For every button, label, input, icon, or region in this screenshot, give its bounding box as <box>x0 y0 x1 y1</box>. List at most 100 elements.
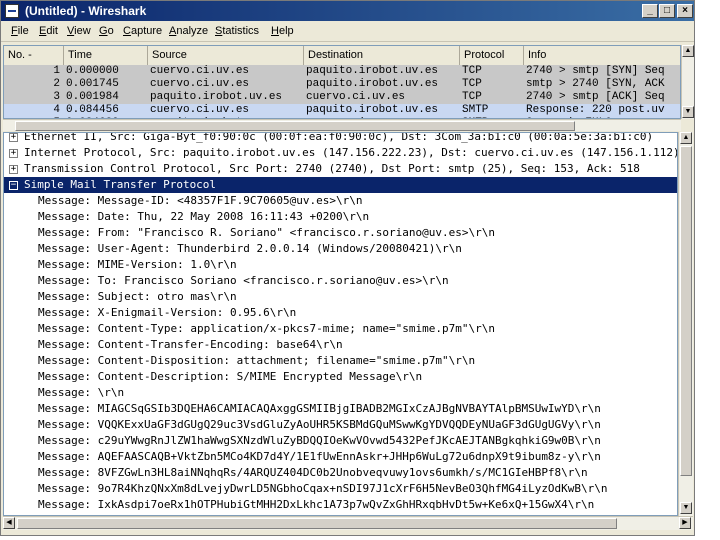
tree-node-text: Message: c29uYWwgRnJlZW1haWwgSXNzdWluZyB… <box>38 434 601 447</box>
packet-cell-time: 0.000000 <box>66 65 119 77</box>
packet-cell-info: 2740 > smtp [SYN] Seq <box>526 65 665 77</box>
tree-node-text: Message: Content-Transfer-Encoding: base… <box>38 338 343 351</box>
menu-accelerator: F <box>11 25 18 37</box>
protocol-tree-node[interactable]: + Ethernet II, Src: Giga-Byt_f0:90:0c (00… <box>4 132 677 145</box>
details-horizontal-scrollbar[interactable]: ◀ ▶ <box>3 516 693 530</box>
arrow-down-icon[interactable]: ▼ <box>682 106 694 118</box>
plus-box-icon[interactable]: + <box>9 133 18 142</box>
packet-cell-protocol: TCP <box>462 78 482 90</box>
minus-box-icon[interactable]: − <box>9 181 18 190</box>
scroll-thumb[interactable] <box>15 121 575 131</box>
protocol-tree-node[interactable]: − Simple Mail Transfer Protocol <box>4 177 677 193</box>
column-header[interactable]: Destination <box>304 46 460 65</box>
smtp-message-line[interactable]: Message: Date: Thu, 22 May 2008 16:11:43… <box>4 209 677 225</box>
scroll-thumb[interactable] <box>17 518 617 529</box>
column-header[interactable]: Time <box>64 46 148 65</box>
menu-item[interactable]: Help <box>271 25 294 37</box>
tree-node-text: Message: Subject: otro mas\r\n <box>38 290 237 303</box>
tree-node-text: Message: Date: Thu, 22 May 2008 16:11:43… <box>38 210 370 223</box>
tree-node-text: Message: IxkAsdpi7oeRx1hOTPHubiGtMHH2DxL… <box>38 498 595 511</box>
details-vertical-scrollbar[interactable]: ▲ ▼ <box>678 132 693 516</box>
menu-item[interactable]: Go <box>99 25 114 37</box>
tree-node-text: Message: MIME-Version: 1.0\r\n <box>38 258 237 271</box>
scroll-thumb[interactable] <box>680 146 692 476</box>
column-header[interactable]: No. - <box>4 46 64 65</box>
tree-node-text: Message: Content-Type: application/x-pkc… <box>38 322 495 335</box>
tree-node-text: Message: Content-Disposition: attachment… <box>38 354 476 367</box>
packet-cell-time: 0.001745 <box>66 78 119 90</box>
menu-item[interactable]: Analyze <box>169 25 208 37</box>
title-bar[interactable]: (Untitled) - Wireshark _ □ × <box>1 1 694 21</box>
menu-item-label: elp <box>278 25 294 37</box>
plus-box-icon[interactable]: + <box>9 165 18 174</box>
smtp-message-line[interactable]: Message: From: "Francisco R. Soriano" <f… <box>4 225 677 241</box>
tree-node-text: Ethernet II, Src: Giga-Byt_f0:90:0c (00:… <box>24 132 654 143</box>
smtp-message-line[interactable]: Message: IxkAsdpi7oeRx1hOTPHubiGtMHH2DxL… <box>4 497 677 513</box>
tree-node-text: Message: Message-ID: <48357F1F.9C70605@u… <box>38 194 363 207</box>
smtp-message-line[interactable]: Message: c29uYWwgRnJlZW1haWwgSXNzdWluZyB… <box>4 433 677 449</box>
smtp-message-line[interactable]: Message: VQQKExxUaGF3dGUgQ29uc3VsdGluZyA… <box>4 417 677 433</box>
packet-row[interactable]: 4 0.084456 cuervo.ci.uv.es paquito.irobot.u… <box>4 104 680 117</box>
smtp-message-line[interactable]: Message: 8VFZGwLn3HL8aiNNqhqRs/4ARQUZ404… <box>4 465 677 481</box>
smtp-message-line[interactable]: Message: 9o7R4KhzQNxXm8dLvejyDwrLD5NGbho… <box>4 481 677 497</box>
smtp-message-line[interactable]: Message: AQEFAASCAQB+VktZbn5MCo4KD7d4Y/1… <box>4 449 677 465</box>
menu-item[interactable]: Edit <box>39 25 58 37</box>
tree-node-text: Transmission Control Protocol, Src Port:… <box>24 162 640 175</box>
menu-item-label: tatistics <box>222 25 260 37</box>
protocol-tree-node[interactable]: + Internet Protocol, Src: paquito.irobot.… <box>4 145 677 161</box>
smtp-message-line[interactable]: Message: To: Francisco Soriano <francisc… <box>4 273 677 289</box>
packet-list-vertical-scrollbar[interactable]: ▲ ▼ <box>681 45 694 119</box>
smtp-message-line[interactable]: Message: X-Enigmail-Version: 0.95.6\r\n <box>4 305 677 321</box>
packet-cell-source: paquito.irobot.uv.es <box>150 91 283 103</box>
menu-accelerator: G <box>99 25 108 37</box>
menu-item[interactable]: Statistics <box>215 25 259 37</box>
column-header[interactable]: Protocol <box>460 46 524 65</box>
menu-accelerator: C <box>123 25 131 37</box>
arrow-right-icon[interactable]: ▶ <box>679 517 691 529</box>
window-title: (Untitled) - Wireshark <box>25 4 147 18</box>
close-button[interactable]: × <box>677 4 693 18</box>
smtp-message-line[interactable]: Message: MIME-Version: 1.0\r\n <box>4 257 677 273</box>
arrow-up-icon[interactable]: ▲ <box>682 45 694 57</box>
packet-list-horizontal-scrollbar[interactable] <box>3 119 681 131</box>
packet-row[interactable]: 2 0.001745 cuervo.ci.uv.es paquito.irobot.u… <box>4 78 680 91</box>
packet-cell-time: 0.001984 <box>66 91 119 103</box>
arrow-left-icon[interactable]: ◀ <box>3 517 15 529</box>
smtp-message-line[interactable]: Message: Content-Type: application/x-pkc… <box>4 321 677 337</box>
menu-item[interactable]: View <box>67 25 91 37</box>
packet-cell-destination: paquito.irobot.uv.es <box>306 65 439 77</box>
menu-item[interactable]: Capture <box>123 25 162 37</box>
column-header[interactable]: Source <box>148 46 304 65</box>
smtp-message-line[interactable]: Message: MIAGCSqGSIb3DQEHA6CAMIACAQAxggG… <box>4 401 677 417</box>
plus-box-icon[interactable]: + <box>9 149 18 158</box>
maximize-button[interactable]: □ <box>659 4 675 18</box>
packet-cell-info: smtp > 2740 [SYN, ACK <box>526 78 665 90</box>
packet-row[interactable]: 3 0.001984 paquito.irobot.uv.es cuervo.ci.u… <box>4 91 680 104</box>
packet-row[interactable]: 1 0.000000 cuervo.ci.uv.es paquito.irobot.u… <box>4 65 680 78</box>
menu-item[interactable]: File <box>11 25 29 37</box>
menu-item-label: ile <box>17 25 29 37</box>
wireshark-fin-icon <box>5 4 19 18</box>
packet-cell-protocol: TCP <box>462 91 482 103</box>
menu-accelerator: H <box>271 25 279 37</box>
arrow-down-icon[interactable]: ▼ <box>680 502 692 514</box>
packet-details-pane: + Ethernet II, Src: Giga-Byt_f0:90:0c (00… <box>3 132 678 516</box>
smtp-message-line[interactable]: Message: Message-ID: <48357F1F.9C70605@u… <box>4 193 677 209</box>
menu-item-label: nalyze <box>176 25 209 37</box>
packet-list: No. - Time Source Destination Protocol Info 1… <box>3 45 681 119</box>
tree-node-text: Internet Protocol, Src: paquito.irobot.u… <box>24 146 677 159</box>
smtp-message-line[interactable]: Message: Content-Description: S/MIME Enc… <box>4 369 677 385</box>
smtp-message-line[interactable]: Message: Subject: otro mas\r\n <box>4 289 677 305</box>
smtp-message-line[interactable]: Message: \r\n <box>4 385 677 401</box>
smtp-message-line[interactable]: Message: User-Agent: Thunderbird 2.0.0.1… <box>4 241 677 257</box>
tree-node-text: Message: 9o7R4KhzQNxXm8dLvejyDwrLD5NGbho… <box>38 482 608 495</box>
packet-cell-no: 3 <box>53 91 60 103</box>
column-header[interactable]: Info <box>524 46 680 65</box>
minimize-button[interactable]: _ <box>642 4 658 18</box>
smtp-message-line[interactable]: Message: Content-Transfer-Encoding: base… <box>4 337 677 353</box>
protocol-tree-node[interactable]: + Transmission Control Protocol, Src Port… <box>4 161 677 177</box>
tree-node-text: Message: MIAGCSqGSIb3DQEHA6CAMIACAQAxggG… <box>38 402 601 415</box>
arrow-up-icon[interactable]: ▲ <box>680 132 692 144</box>
smtp-message-line[interactable]: Message: Content-Disposition: attachment… <box>4 353 677 369</box>
packet-cell-info: 2740 > smtp [ACK] Seq <box>526 91 665 103</box>
